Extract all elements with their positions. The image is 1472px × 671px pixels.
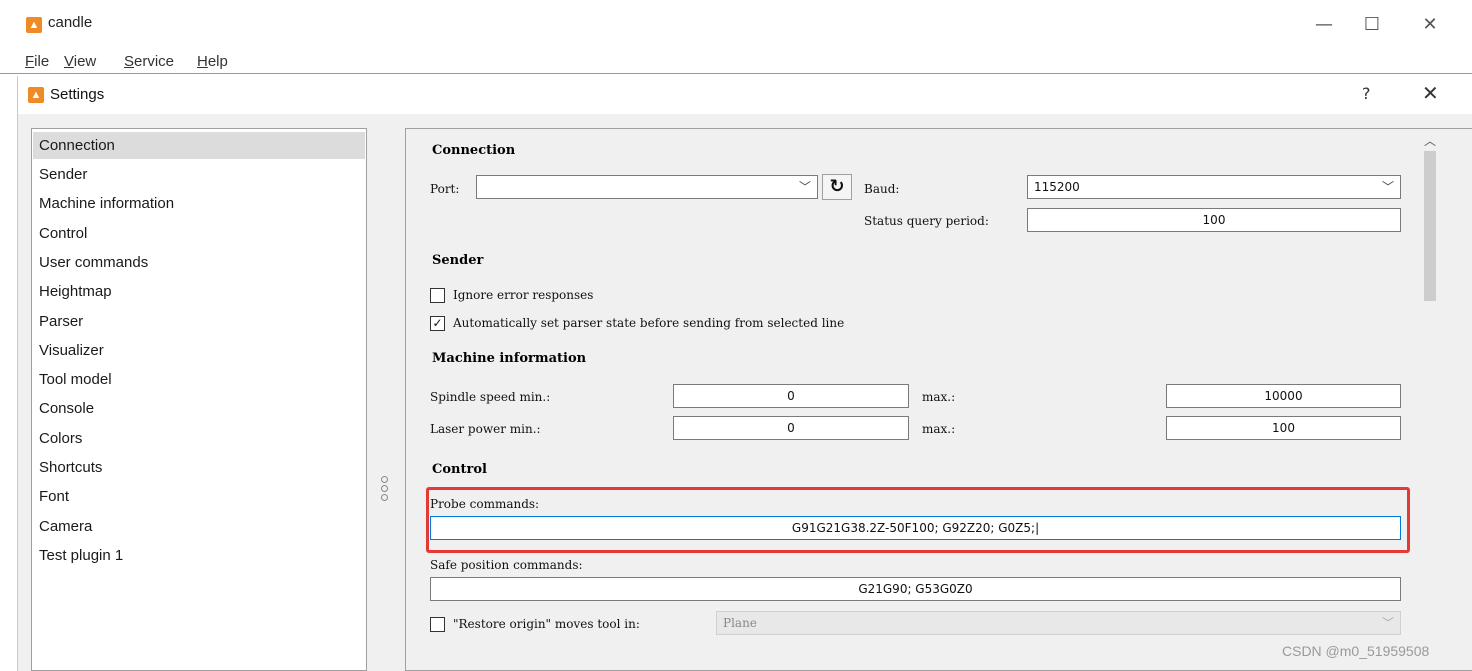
port-select[interactable]: ﹀ <box>476 175 818 199</box>
ignore-errors-label: Ignore error responses <box>453 288 594 302</box>
scrollbar-thumb[interactable] <box>1424 151 1436 301</box>
candle-app-icon: ▲ <box>26 17 42 33</box>
splitter-handle[interactable] <box>381 476 391 510</box>
control-heading: Control <box>432 462 487 477</box>
menu-bar: File View Service Help <box>0 50 1472 74</box>
menu-view[interactable]: View <box>64 53 96 70</box>
auto-parser-label: Automatically set parser state before se… <box>453 316 845 330</box>
sidebar-item-parser[interactable]: Parser <box>33 308 365 335</box>
baud-select[interactable]: 115200 ﹀ <box>1027 175 1401 199</box>
refresh-icon: ↻ <box>829 176 845 197</box>
sidebar-item-font[interactable]: Font <box>33 483 365 510</box>
safe-position-input[interactable]: G21G90; G53G0Z0 <box>430 577 1401 601</box>
dialog-title: Settings <box>50 86 105 103</box>
sidebar-item-connection[interactable]: Connection <box>33 132 365 159</box>
chevron-down-icon: ﹀ <box>798 180 811 194</box>
sidebar-item-test-plugin-1[interactable]: Test plugin 1 <box>33 542 365 569</box>
settings-category-list[interactable]: Connection Sender Machine information Co… <box>31 128 367 671</box>
sidebar-item-sender[interactable]: Sender <box>33 161 365 188</box>
refresh-ports-button[interactable]: ↻ <box>822 174 852 200</box>
annotation-highlight-box <box>426 487 1410 553</box>
ignore-errors-checkbox[interactable] <box>430 288 445 303</box>
auto-parser-checkbox[interactable]: ✓ <box>430 316 445 331</box>
help-button[interactable]: ? <box>1362 84 1371 103</box>
dialog-title-bar: ▲ Settings ? ✕ <box>18 76 1472 114</box>
maximize-button[interactable]: ☐ <box>1354 10 1390 40</box>
sidebar-item-colors[interactable]: Colors <box>33 425 365 452</box>
sidebar-item-tool-model[interactable]: Tool model <box>33 366 365 393</box>
sidebar-item-user-commands[interactable]: User commands <box>33 249 365 276</box>
machine-info-heading: Machine information <box>432 351 587 366</box>
baud-label: Baud: <box>864 182 900 196</box>
chevron-down-icon: ﹀ <box>1381 180 1394 194</box>
restore-origin-label: "Restore origin" moves tool in: <box>453 617 640 631</box>
watermark: CSDN @m0_51959508 <box>1282 643 1430 659</box>
settings-app-icon: ▲ <box>28 87 44 103</box>
settings-panel: Connection Port: ﹀ ↻ Baud: 115200 ﹀ Stat… <box>405 128 1472 671</box>
sidebar-item-camera[interactable]: Camera <box>33 513 365 540</box>
dialog-close-button[interactable]: ✕ <box>1422 81 1439 105</box>
restore-origin-checkbox[interactable] <box>430 617 445 632</box>
sidebar-item-control[interactable]: Control <box>33 220 365 247</box>
status-query-input[interactable]: 100 <box>1027 208 1401 232</box>
spindle-min-input[interactable]: 0 <box>673 384 909 408</box>
menu-help[interactable]: Help <box>197 53 228 70</box>
spindle-max-label: max.: <box>922 390 956 404</box>
vertical-scrollbar[interactable]: ︿ <box>1420 129 1440 670</box>
sender-heading: Sender <box>432 253 484 268</box>
menu-file[interactable]: File <box>25 53 49 70</box>
laser-max-input[interactable]: 100 <box>1166 416 1401 440</box>
checkmark-icon: ✓ <box>432 316 443 330</box>
port-label: Port: <box>430 182 460 196</box>
settings-dialog: ▲ Settings ? ✕ Connection Sender Machine… <box>17 76 1472 671</box>
restore-origin-select[interactable]: Plane ﹀ <box>716 611 1401 635</box>
status-query-label: Status query period: <box>864 214 989 228</box>
menu-service[interactable]: Service <box>124 53 174 70</box>
connection-heading: Connection <box>432 143 516 158</box>
spindle-min-label: Spindle speed min.: <box>430 390 551 404</box>
sidebar-item-visualizer[interactable]: Visualizer <box>33 337 365 364</box>
main-title-bar: ▲ candle — ☐ ✕ <box>0 0 1472 50</box>
laser-max-label: max.: <box>922 422 956 436</box>
spindle-max-input[interactable]: 10000 <box>1166 384 1401 408</box>
scroll-up-arrow-icon[interactable]: ︿ <box>1424 132 1436 149</box>
close-button[interactable]: ✕ <box>1412 10 1448 40</box>
sidebar-item-heightmap[interactable]: Heightmap <box>33 278 365 305</box>
laser-min-input[interactable]: 0 <box>673 416 909 440</box>
sidebar-item-machine-information[interactable]: Machine information <box>33 190 365 217</box>
sidebar-item-shortcuts[interactable]: Shortcuts <box>33 454 365 481</box>
safe-position-label: Safe position commands: <box>430 558 583 572</box>
window-title: candle <box>48 14 93 31</box>
minimize-button[interactable]: — <box>1306 10 1342 40</box>
chevron-down-icon: ﹀ <box>1381 616 1394 630</box>
sidebar-item-console[interactable]: Console <box>33 395 365 422</box>
laser-min-label: Laser power min.: <box>430 422 541 436</box>
